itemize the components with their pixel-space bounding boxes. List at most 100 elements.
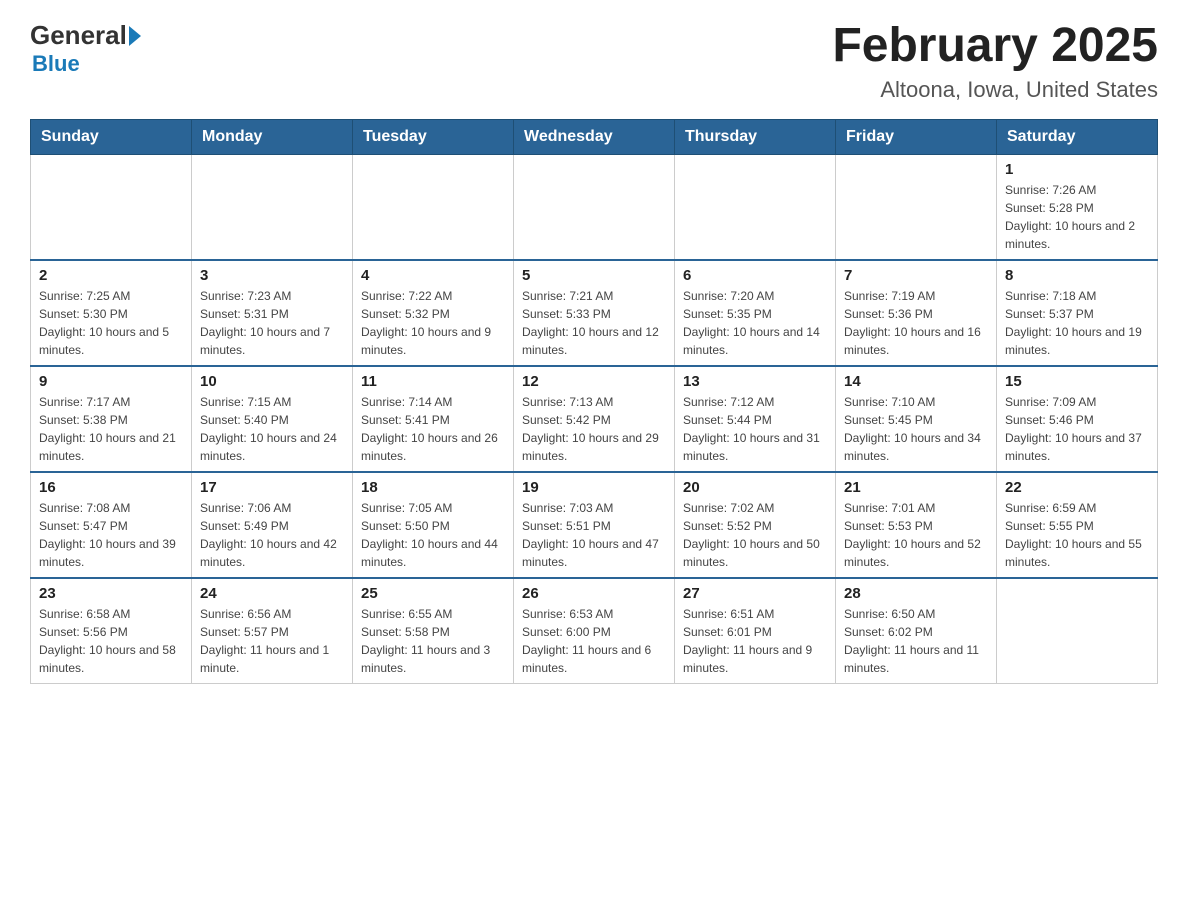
day-number: 20 (683, 479, 827, 496)
calendar-table: SundayMondayTuesdayWednesdayThursdayFrid… (30, 119, 1158, 684)
calendar-cell (675, 154, 836, 260)
day-info: Sunrise: 7:22 AMSunset: 5:32 PMDaylight:… (361, 287, 505, 359)
calendar-cell: 24 Sunrise: 6:56 AMSunset: 5:57 PMDayligh… (192, 578, 353, 684)
day-number: 18 (361, 479, 505, 496)
calendar-cell: 8 Sunrise: 7:18 AMSunset: 5:37 PMDaylight… (997, 260, 1158, 366)
day-number: 15 (1005, 373, 1149, 390)
day-info: Sunrise: 7:23 AMSunset: 5:31 PMDaylight:… (200, 287, 344, 359)
calendar-cell: 16Sunrise: 7:08 AMSunset: 5:47 PMDayligh… (31, 472, 192, 578)
day-number: 12 (522, 373, 666, 390)
day-number: 14 (844, 373, 988, 390)
day-number: 17 (200, 479, 344, 496)
day-number: 27 (683, 585, 827, 602)
day-number: 25 (361, 585, 505, 602)
calendar-cell: 2Sunrise: 7:25 AMSunset: 5:30 PMDaylight… (31, 260, 192, 366)
day-info: Sunrise: 7:20 AMSunset: 5:35 PMDaylight:… (683, 287, 827, 359)
day-number: 4 (361, 267, 505, 284)
calendar-cell: 26 Sunrise: 6:53 AMSunset: 6:00 PMDayligh… (514, 578, 675, 684)
day-info: Sunrise: 7:21 AMSunset: 5:33 PMDaylight:… (522, 287, 666, 359)
week-row-1: 1Sunrise: 7:26 AMSunset: 5:28 PMDaylight… (31, 154, 1158, 260)
day-number: 10 (200, 373, 344, 390)
calendar-cell: 1Sunrise: 7:26 AMSunset: 5:28 PMDaylight… (997, 154, 1158, 260)
day-info: Sunrise: 6:56 AMSunset: 5:57 PMDaylight:… (200, 605, 344, 677)
calendar-cell: 7 Sunrise: 7:19 AMSunset: 5:36 PMDaylight… (836, 260, 997, 366)
day-number: 19 (522, 479, 666, 496)
weekday-monday: Monday (192, 119, 353, 154)
calendar-cell: 25 Sunrise: 6:55 AMSunset: 5:58 PMDayligh… (353, 578, 514, 684)
calendar-cell: 28 Sunrise: 6:50 AMSunset: 6:02 PMDayligh… (836, 578, 997, 684)
day-info: Sunrise: 7:06 AMSunset: 5:49 PMDaylight:… (200, 499, 344, 571)
day-number: 1 (1005, 161, 1149, 178)
week-row-3: 9Sunrise: 7:17 AMSunset: 5:38 PMDaylight… (31, 366, 1158, 472)
calendar-cell (514, 154, 675, 260)
day-info: Sunrise: 6:50 AMSunset: 6:02 PMDaylight:… (844, 605, 988, 677)
calendar-cell (997, 578, 1158, 684)
day-info: Sunrise: 7:12 AMSunset: 5:44 PMDaylight:… (683, 393, 827, 465)
calendar-cell: 23 Sunrise: 6:58 AMSunset: 5:56 PMDayligh… (31, 578, 192, 684)
week-row-2: 2Sunrise: 7:25 AMSunset: 5:30 PMDaylight… (31, 260, 1158, 366)
weekday-wednesday: Wednesday (514, 119, 675, 154)
title-block: February 2025 Altoona, Iowa, United Stat… (832, 20, 1158, 103)
day-number: 8 (1005, 267, 1149, 284)
day-number: 13 (683, 373, 827, 390)
day-info: Sunrise: 7:01 AMSunset: 5:53 PMDaylight:… (844, 499, 988, 571)
day-info: Sunrise: 7:18 AMSunset: 5:37 PMDaylight:… (1005, 287, 1149, 359)
day-info: Sunrise: 7:09 AMSunset: 5:46 PMDaylight:… (1005, 393, 1149, 465)
day-info: Sunrise: 7:19 AMSunset: 5:36 PMDaylight:… (844, 287, 988, 359)
calendar-cell: 20 Sunrise: 7:02 AMSunset: 5:52 PMDayligh… (675, 472, 836, 578)
day-number: 16 (39, 479, 183, 496)
calendar-cell: 18 Sunrise: 7:05 AMSunset: 5:50 PMDayligh… (353, 472, 514, 578)
day-number: 7 (844, 267, 988, 284)
weekday-sunday: Sunday (31, 119, 192, 154)
day-info: Sunrise: 6:55 AMSunset: 5:58 PMDaylight:… (361, 605, 505, 677)
day-number: 11 (361, 373, 505, 390)
day-number: 5 (522, 267, 666, 284)
day-info: Sunrise: 7:10 AMSunset: 5:45 PMDaylight:… (844, 393, 988, 465)
calendar-cell: 15 Sunrise: 7:09 AMSunset: 5:46 PMDayligh… (997, 366, 1158, 472)
day-info: Sunrise: 7:03 AMSunset: 5:51 PMDaylight:… (522, 499, 666, 571)
day-number: 28 (844, 585, 988, 602)
day-number: 22 (1005, 479, 1149, 496)
day-number: 26 (522, 585, 666, 602)
weekday-tuesday: Tuesday (353, 119, 514, 154)
calendar-cell (192, 154, 353, 260)
day-info: Sunrise: 7:14 AMSunset: 5:41 PMDaylight:… (361, 393, 505, 465)
logo-arrow-icon (129, 26, 141, 46)
week-row-4: 16Sunrise: 7:08 AMSunset: 5:47 PMDayligh… (31, 472, 1158, 578)
calendar-cell: 5 Sunrise: 7:21 AMSunset: 5:33 PMDaylight… (514, 260, 675, 366)
day-number: 3 (200, 267, 344, 284)
weekday-saturday: Saturday (997, 119, 1158, 154)
calendar-cell: 12Sunrise: 7:13 AMSunset: 5:42 PMDayligh… (514, 366, 675, 472)
calendar-cell: 3 Sunrise: 7:23 AMSunset: 5:31 PMDaylight… (192, 260, 353, 366)
day-number: 24 (200, 585, 344, 602)
day-info: Sunrise: 6:53 AMSunset: 6:00 PMDaylight:… (522, 605, 666, 677)
day-info: Sunrise: 7:02 AMSunset: 5:52 PMDaylight:… (683, 499, 827, 571)
day-info: Sunrise: 6:59 AMSunset: 5:55 PMDaylight:… (1005, 499, 1149, 571)
calendar-cell: 11 Sunrise: 7:14 AMSunset: 5:41 PMDayligh… (353, 366, 514, 472)
calendar-cell: 22 Sunrise: 6:59 AMSunset: 5:55 PMDayligh… (997, 472, 1158, 578)
calendar-cell: 17 Sunrise: 7:06 AMSunset: 5:49 PMDayligh… (192, 472, 353, 578)
calendar-cell: 4 Sunrise: 7:22 AMSunset: 5:32 PMDaylight… (353, 260, 514, 366)
calendar-cell: 9Sunrise: 7:17 AMSunset: 5:38 PMDaylight… (31, 366, 192, 472)
calendar-cell (31, 154, 192, 260)
calendar-cell: 13 Sunrise: 7:12 AMSunset: 5:44 PMDayligh… (675, 366, 836, 472)
calendar-cell: 19 Sunrise: 7:03 AMSunset: 5:51 PMDayligh… (514, 472, 675, 578)
logo: General Blue (30, 20, 143, 77)
calendar-cell: 21 Sunrise: 7:01 AMSunset: 5:53 PMDayligh… (836, 472, 997, 578)
calendar-cell (353, 154, 514, 260)
calendar-cell: 6Sunrise: 7:20 AMSunset: 5:35 PMDaylight… (675, 260, 836, 366)
weekday-thursday: Thursday (675, 119, 836, 154)
weekday-header-row: SundayMondayTuesdayWednesdayThursdayFrid… (31, 119, 1158, 154)
calendar-cell: 10 Sunrise: 7:15 AMSunset: 5:40 PMDayligh… (192, 366, 353, 472)
page-title: February 2025 (832, 20, 1158, 73)
day-number: 21 (844, 479, 988, 496)
day-number: 23 (39, 585, 183, 602)
day-info: Sunrise: 6:58 AMSunset: 5:56 PMDaylight:… (39, 605, 183, 677)
day-info: Sunrise: 7:25 AMSunset: 5:30 PMDaylight:… (39, 287, 183, 359)
logo-blue: Blue (32, 51, 80, 77)
week-row-5: 23 Sunrise: 6:58 AMSunset: 5:56 PMDayligh… (31, 578, 1158, 684)
day-info: Sunrise: 7:17 AMSunset: 5:38 PMDaylight:… (39, 393, 183, 465)
day-info: Sunrise: 7:05 AMSunset: 5:50 PMDaylight:… (361, 499, 505, 571)
calendar-cell: 27Sunrise: 6:51 AMSunset: 6:01 PMDayligh… (675, 578, 836, 684)
day-info: Sunrise: 7:15 AMSunset: 5:40 PMDaylight:… (200, 393, 344, 465)
